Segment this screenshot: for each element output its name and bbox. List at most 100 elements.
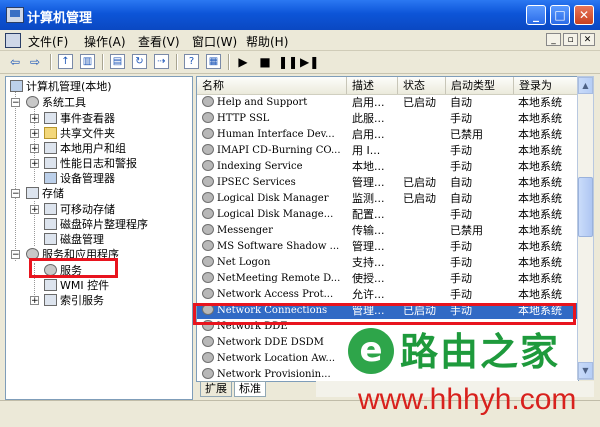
play-icon[interactable]: ▶ xyxy=(234,53,252,71)
expand-shared-folders[interactable]: + xyxy=(30,129,39,139)
export-icon[interactable]: ⇢ xyxy=(154,54,169,69)
service-gear-icon xyxy=(202,272,214,283)
menu-view[interactable]: 查看(V) xyxy=(138,33,180,50)
show-tree-icon[interactable]: ▥ xyxy=(80,54,95,69)
tree-removable-storage[interactable]: 可移动存储 xyxy=(44,202,115,217)
tree-wmi[interactable]: WMI 控件 xyxy=(44,278,109,293)
minimize-button[interactable]: _ xyxy=(526,5,546,25)
tree-storage[interactable]: 存储 xyxy=(26,186,64,201)
service-row[interactable]: HTTP SSL 此服... 手动 本地系统 xyxy=(197,111,578,127)
expand-event-viewer[interactable]: + xyxy=(30,114,39,124)
service-gear-icon xyxy=(202,176,214,187)
service-description: 启用... xyxy=(352,96,385,109)
service-row[interactable]: IMAPI CD-Burning CO... 用 I... 手动 本地系统 xyxy=(197,143,578,159)
service-gear-icon xyxy=(202,144,214,155)
scroll-up-button[interactable]: ▲ xyxy=(578,77,593,94)
tree-root[interactable]: 计算机管理(本地) xyxy=(10,79,112,94)
refresh-icon[interactable]: ↻ xyxy=(132,54,147,69)
back-arrow-icon[interactable]: ⇦ xyxy=(6,53,24,71)
service-startup-type: 手动 xyxy=(450,256,472,269)
tree-device-manager[interactable]: 设备管理器 xyxy=(44,171,115,186)
service-row[interactable]: Network Access Prot... 允许... 手动 本地系统 xyxy=(197,287,578,303)
tree-perf-logs[interactable]: 性能日志和警报 xyxy=(44,156,137,171)
event-viewer-icon xyxy=(44,112,57,124)
service-logon-as: 本地系统 xyxy=(518,288,562,301)
storage-icon xyxy=(26,187,39,199)
up-folder-icon[interactable]: ↑ xyxy=(58,54,73,69)
service-name: IMAPI CD-Burning CO... xyxy=(202,143,347,159)
close-button[interactable]: ✕ xyxy=(574,5,594,25)
column-status[interactable]: 状态 xyxy=(398,77,446,94)
column-description[interactable]: 描述 xyxy=(347,77,398,94)
service-gear-icon xyxy=(202,96,214,107)
tree-system-tools[interactable]: 系统工具 xyxy=(26,95,86,110)
menu-window[interactable]: 窗口(W) xyxy=(192,33,237,50)
service-name: Indexing Service xyxy=(202,159,347,175)
service-name: Help and Support xyxy=(202,95,347,111)
collapse-system-tools[interactable]: − xyxy=(11,98,20,108)
pause-icon[interactable]: ❚❚ xyxy=(278,53,298,71)
service-startup-type: 手动 xyxy=(450,288,472,301)
restart-icon[interactable]: ▶❚ xyxy=(300,53,319,71)
service-description: 启用... xyxy=(352,128,385,141)
expand-local-users[interactable]: + xyxy=(30,144,39,154)
service-logon-as: 本地系统 xyxy=(518,112,562,125)
service-row[interactable]: MS Software Shadow ... 管理... 手动 本地系统 xyxy=(197,239,578,255)
properties-icon[interactable]: ▤ xyxy=(110,54,125,69)
tree-indexing[interactable]: 索引服务 xyxy=(44,293,104,308)
mdi-restore-button[interactable]: ▫ xyxy=(563,33,578,46)
tab-extended[interactable]: 扩展 xyxy=(200,381,232,397)
service-row[interactable]: Logical Disk Manage... 配置... 手动 本地系统 xyxy=(197,207,578,223)
column-name[interactable]: 名称 xyxy=(197,77,347,94)
tree-shared-folders[interactable]: 共享文件夹 xyxy=(44,126,115,141)
service-row[interactable]: Messenger 传输... 已禁用 本地系统 xyxy=(197,223,578,239)
service-startup-type: 已禁用 xyxy=(450,224,483,237)
mdi-minimize-button[interactable]: _ xyxy=(546,33,561,46)
expand-perf-logs[interactable]: + xyxy=(30,159,39,169)
service-row[interactable]: IPSEC Services 管理... 已启动 自动 本地系统 xyxy=(197,175,578,191)
list-header: 名称 描述 状态 启动类型 登录为 xyxy=(197,77,578,95)
maximize-button[interactable]: □ xyxy=(550,5,570,25)
collapse-services-apps[interactable]: − xyxy=(11,250,20,260)
column-logon-as[interactable]: 登录为 xyxy=(514,77,578,94)
view-tabs: 扩展 标准 xyxy=(196,381,316,397)
service-startup-type: 手动 xyxy=(450,208,472,221)
console-icon[interactable]: ▦ xyxy=(206,54,221,69)
expand-indexing[interactable]: + xyxy=(30,296,39,306)
window-title: 计算机管理 xyxy=(27,11,93,26)
removable-storage-icon xyxy=(44,203,57,215)
tree-disk-management[interactable]: 磁盘管理 xyxy=(44,232,104,247)
service-description: 支持... xyxy=(352,256,385,269)
forward-arrow-icon[interactable]: ⇨ xyxy=(26,53,44,71)
tree-event-viewer[interactable]: 事件查看器 xyxy=(44,111,115,126)
service-description: 本地... xyxy=(352,160,385,173)
collapse-storage[interactable]: − xyxy=(11,189,20,199)
stop-icon[interactable]: ■ xyxy=(256,53,274,71)
service-startup-type: 手动 xyxy=(450,160,472,173)
service-row[interactable]: Help and Support 启用... 已启动 自动 本地系统 xyxy=(197,95,578,111)
service-row[interactable]: Indexing Service 本地... 手动 本地系统 xyxy=(197,159,578,175)
service-name: Network Location Aw... xyxy=(202,351,347,367)
service-description: 此服... xyxy=(352,112,385,125)
service-row[interactable]: Net Logon 支持... 手动 本地系统 xyxy=(197,255,578,271)
scroll-thumb[interactable] xyxy=(578,177,593,237)
tab-standard[interactable]: 标准 xyxy=(234,381,266,397)
help-icon[interactable]: ? xyxy=(184,54,199,69)
menu-help[interactable]: 帮助(H) xyxy=(246,33,288,50)
service-row[interactable]: Human Interface Dev... 启用... 已禁用 本地系统 xyxy=(197,127,578,143)
service-name: Net Logon xyxy=(202,255,347,271)
menu-file[interactable]: 文件(F) xyxy=(28,33,68,50)
watermark-brand: 路由之家 xyxy=(400,330,561,374)
service-row[interactable]: Logical Disk Manager 监测... 已启动 自动 本地系统 xyxy=(197,191,578,207)
service-row[interactable]: NetMeeting Remote D... 使授... 手动 本地系统 xyxy=(197,271,578,287)
column-startup-type[interactable]: 启动类型 xyxy=(446,77,514,94)
tree-local-users[interactable]: 本地用户和组 xyxy=(44,141,126,156)
tree-defrag[interactable]: 磁盘碎片整理程序 xyxy=(44,217,148,232)
menu-action[interactable]: 操作(A) xyxy=(84,33,126,50)
service-status: 已启动 xyxy=(403,192,436,205)
service-gear-icon xyxy=(202,240,214,251)
service-status: 已启动 xyxy=(403,96,436,109)
expand-removable[interactable]: + xyxy=(30,205,39,215)
shared-folder-icon xyxy=(44,127,57,139)
mdi-close-button[interactable]: ✕ xyxy=(580,33,595,46)
